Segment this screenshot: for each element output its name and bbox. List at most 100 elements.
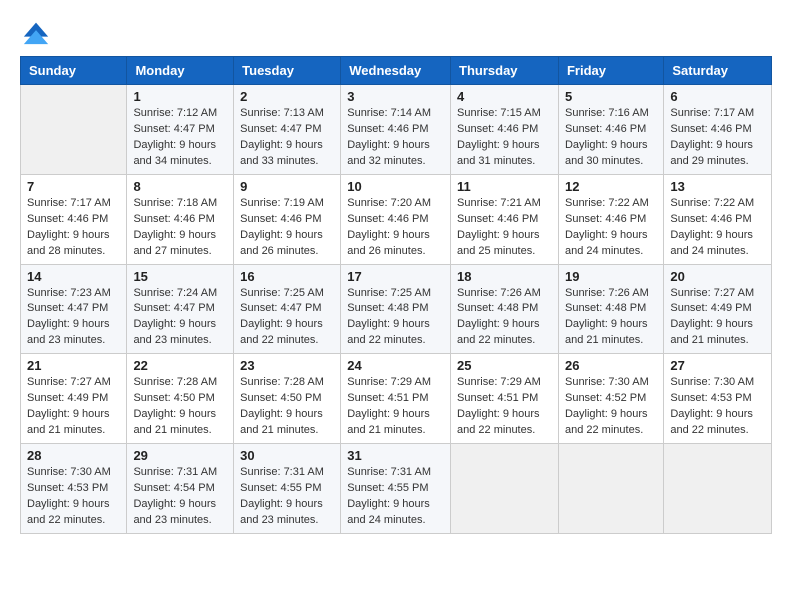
calendar-cell: 20Sunrise: 7:27 AMSunset: 4:49 PMDayligh… bbox=[664, 264, 772, 354]
calendar-cell: 5Sunrise: 7:16 AMSunset: 4:46 PMDaylight… bbox=[558, 85, 663, 175]
logo bbox=[20, 18, 50, 46]
calendar-cell: 6 Sunrise: 7:17 AMSunset: 4:46 PMDaylight… bbox=[664, 85, 772, 175]
calendar-cell: 9 Sunrise: 7:19 AMSunset: 4:46 PMDaylight… bbox=[234, 174, 341, 264]
day-info: Sunrise: 7:31 AMSunset: 4:55 PMDaylight:… bbox=[347, 465, 444, 529]
day-info: Sunrise: 7:25 AMSunset: 4:48 PMDaylight:… bbox=[347, 286, 444, 350]
calendar-cell: 11 Sunrise: 7:21 AMSunset: 4:46 PMDayligh… bbox=[451, 174, 559, 264]
calendar-cell: 27Sunrise: 7:30 AMSunset: 4:53 PMDayligh… bbox=[664, 354, 772, 444]
day-number: 22 bbox=[133, 358, 227, 373]
day-number: 26 bbox=[565, 358, 657, 373]
day-info: Sunrise: 7:13 AMSunset: 4:47 PMDaylight:… bbox=[240, 106, 334, 170]
day-info: Sunrise: 7:30 AMSunset: 4:52 PMDaylight:… bbox=[565, 375, 657, 439]
day-number: 3 bbox=[347, 89, 444, 104]
header-cell-monday: Monday bbox=[127, 57, 234, 85]
calendar-cell bbox=[451, 444, 559, 534]
calendar-week-2: 7 Sunrise: 7:17 AMSunset: 4:46 PMDaylight… bbox=[21, 174, 772, 264]
day-number: 25 bbox=[457, 358, 552, 373]
calendar-cell: 15 Sunrise: 7:24 AMSunset: 4:47 PMDayligh… bbox=[127, 264, 234, 354]
day-info: Sunrise: 7:28 AMSunset: 4:50 PMDaylight:… bbox=[240, 375, 334, 439]
day-info: Sunrise: 7:19 AMSunset: 4:46 PMDaylight:… bbox=[240, 196, 334, 260]
day-number: 23 bbox=[240, 358, 334, 373]
day-number: 10 bbox=[347, 179, 444, 194]
calendar-cell: 22 Sunrise: 7:28 AMSunset: 4:50 PMDayligh… bbox=[127, 354, 234, 444]
calendar-cell: 19 Sunrise: 7:26 AMSunset: 4:48 PMDayligh… bbox=[558, 264, 663, 354]
day-info: Sunrise: 7:18 AMSunset: 4:46 PMDaylight:… bbox=[133, 196, 227, 260]
header-cell-thursday: Thursday bbox=[451, 57, 559, 85]
day-number: 21 bbox=[27, 358, 120, 373]
calendar-cell: 18 Sunrise: 7:26 AMSunset: 4:48 PMDayligh… bbox=[451, 264, 559, 354]
day-info: Sunrise: 7:25 AMSunset: 4:47 PMDaylight:… bbox=[240, 286, 334, 350]
day-info: Sunrise: 7:16 AMSunset: 4:46 PMDaylight:… bbox=[565, 106, 657, 170]
header-cell-sunday: Sunday bbox=[21, 57, 127, 85]
day-info: Sunrise: 7:28 AMSunset: 4:50 PMDaylight:… bbox=[133, 375, 227, 439]
calendar-cell: 8 Sunrise: 7:18 AMSunset: 4:46 PMDaylight… bbox=[127, 174, 234, 264]
day-info: Sunrise: 7:17 AMSunset: 4:46 PMDaylight:… bbox=[670, 106, 765, 170]
day-number: 27 bbox=[670, 358, 765, 373]
calendar-cell: 7 Sunrise: 7:17 AMSunset: 4:46 PMDaylight… bbox=[21, 174, 127, 264]
calendar-cell: 30Sunrise: 7:31 AMSunset: 4:55 PMDayligh… bbox=[234, 444, 341, 534]
calendar-cell: 29 Sunrise: 7:31 AMSunset: 4:54 PMDayligh… bbox=[127, 444, 234, 534]
calendar-cell: 2 Sunrise: 7:13 AMSunset: 4:47 PMDaylight… bbox=[234, 85, 341, 175]
calendar-cell: 10 Sunrise: 7:20 AMSunset: 4:46 PMDayligh… bbox=[341, 174, 451, 264]
day-info: Sunrise: 7:27 AMSunset: 4:49 PMDaylight:… bbox=[27, 375, 120, 439]
calendar-cell: 14 Sunrise: 7:23 AMSunset: 4:47 PMDayligh… bbox=[21, 264, 127, 354]
day-info: Sunrise: 7:17 AMSunset: 4:46 PMDaylight:… bbox=[27, 196, 120, 260]
calendar-cell: 24 Sunrise: 7:29 AMSunset: 4:51 PMDayligh… bbox=[341, 354, 451, 444]
calendar-cell bbox=[664, 444, 772, 534]
header-cell-friday: Friday bbox=[558, 57, 663, 85]
day-number: 24 bbox=[347, 358, 444, 373]
calendar-cell: 16 Sunrise: 7:25 AMSunset: 4:47 PMDayligh… bbox=[234, 264, 341, 354]
calendar-week-4: 21 Sunrise: 7:27 AMSunset: 4:49 PMDayligh… bbox=[21, 354, 772, 444]
day-number: 31 bbox=[347, 448, 444, 463]
calendar-table: SundayMondayTuesdayWednesdayThursdayFrid… bbox=[20, 56, 772, 534]
calendar-cell bbox=[558, 444, 663, 534]
calendar-cell bbox=[21, 85, 127, 175]
day-number: 14 bbox=[27, 269, 120, 284]
day-number: 6 bbox=[670, 89, 765, 104]
day-number: 16 bbox=[240, 269, 334, 284]
calendar-cell: 12 Sunrise: 7:22 AMSunset: 4:46 PMDayligh… bbox=[558, 174, 663, 264]
calendar-cell: 26 Sunrise: 7:30 AMSunset: 4:52 PMDayligh… bbox=[558, 354, 663, 444]
day-number: 11 bbox=[457, 179, 552, 194]
calendar-cell: 4Sunrise: 7:15 AMSunset: 4:46 PMDaylight… bbox=[451, 85, 559, 175]
logo-icon bbox=[22, 18, 50, 46]
day-info: Sunrise: 7:30 AMSunset: 4:53 PMDaylight:… bbox=[27, 465, 120, 529]
day-number: 12 bbox=[565, 179, 657, 194]
day-info: Sunrise: 7:20 AMSunset: 4:46 PMDaylight:… bbox=[347, 196, 444, 260]
day-info: Sunrise: 7:27 AMSunset: 4:49 PMDaylight:… bbox=[670, 286, 765, 350]
calendar-week-3: 14 Sunrise: 7:23 AMSunset: 4:47 PMDayligh… bbox=[21, 264, 772, 354]
day-number: 28 bbox=[27, 448, 120, 463]
calendar-cell: 25Sunrise: 7:29 AMSunset: 4:51 PMDayligh… bbox=[451, 354, 559, 444]
day-info: Sunrise: 7:26 AMSunset: 4:48 PMDaylight:… bbox=[457, 286, 552, 350]
day-number: 4 bbox=[457, 89, 552, 104]
day-number: 9 bbox=[240, 179, 334, 194]
day-number: 18 bbox=[457, 269, 552, 284]
header-cell-wednesday: Wednesday bbox=[341, 57, 451, 85]
day-info: Sunrise: 7:22 AMSunset: 4:46 PMDaylight:… bbox=[670, 196, 765, 260]
day-info: Sunrise: 7:24 AMSunset: 4:47 PMDaylight:… bbox=[133, 286, 227, 350]
day-number: 2 bbox=[240, 89, 334, 104]
calendar-cell: 17 Sunrise: 7:25 AMSunset: 4:48 PMDayligh… bbox=[341, 264, 451, 354]
day-info: Sunrise: 7:14 AMSunset: 4:46 PMDaylight:… bbox=[347, 106, 444, 170]
day-number: 17 bbox=[347, 269, 444, 284]
calendar-cell: 23 Sunrise: 7:28 AMSunset: 4:50 PMDayligh… bbox=[234, 354, 341, 444]
day-info: Sunrise: 7:26 AMSunset: 4:48 PMDaylight:… bbox=[565, 286, 657, 350]
calendar-cell: 28 Sunrise: 7:30 AMSunset: 4:53 PMDayligh… bbox=[21, 444, 127, 534]
day-number: 7 bbox=[27, 179, 120, 194]
day-info: Sunrise: 7:23 AMSunset: 4:47 PMDaylight:… bbox=[27, 286, 120, 350]
day-info: Sunrise: 7:21 AMSunset: 4:46 PMDaylight:… bbox=[457, 196, 552, 260]
day-number: 8 bbox=[133, 179, 227, 194]
page-header bbox=[20, 18, 772, 46]
day-number: 19 bbox=[565, 269, 657, 284]
day-number: 15 bbox=[133, 269, 227, 284]
day-info: Sunrise: 7:31 AMSunset: 4:54 PMDaylight:… bbox=[133, 465, 227, 529]
calendar-cell: 31 Sunrise: 7:31 AMSunset: 4:55 PMDayligh… bbox=[341, 444, 451, 534]
day-info: Sunrise: 7:29 AMSunset: 4:51 PMDaylight:… bbox=[347, 375, 444, 439]
calendar-body: 1Sunrise: 7:12 AMSunset: 4:47 PMDaylight… bbox=[21, 85, 772, 534]
day-number: 29 bbox=[133, 448, 227, 463]
header-cell-saturday: Saturday bbox=[664, 57, 772, 85]
day-info: Sunrise: 7:22 AMSunset: 4:46 PMDaylight:… bbox=[565, 196, 657, 260]
day-info: Sunrise: 7:12 AMSunset: 4:47 PMDaylight:… bbox=[133, 106, 227, 170]
header-cell-tuesday: Tuesday bbox=[234, 57, 341, 85]
calendar-page: SundayMondayTuesdayWednesdayThursdayFrid… bbox=[0, 0, 792, 612]
